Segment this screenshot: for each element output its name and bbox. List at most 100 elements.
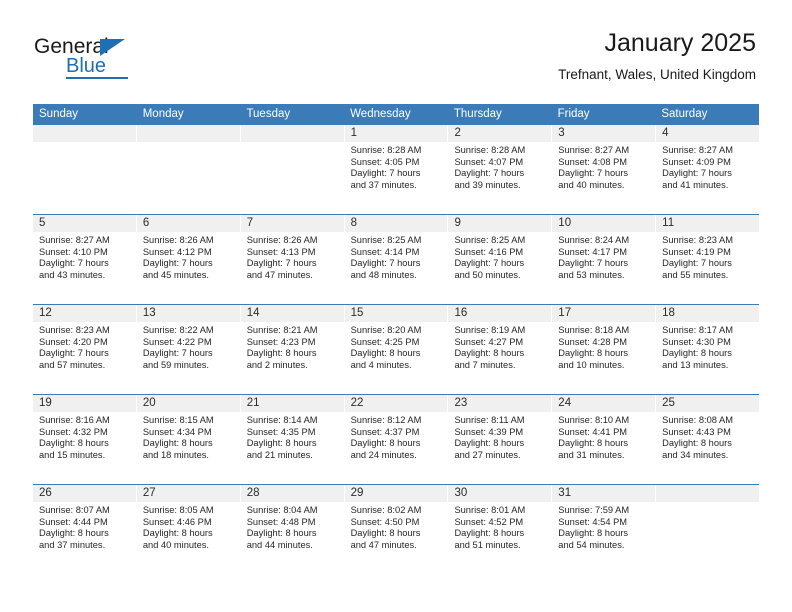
calendar-day-cell[interactable]: 13 Sunrise: 8:22 AM Sunset: 4:22 PM Dayligh… — [136, 305, 241, 394]
calendar-week-row: 12 Sunrise: 8:23 AM Sunset: 4:20 PM Dayligh… — [33, 304, 760, 394]
calendar-day-cell[interactable]: 7 Sunrise: 8:26 AM Sunset: 4:13 PM Daylight… — [240, 215, 345, 304]
daylight-text-line1: Daylight: 8 hours — [558, 528, 629, 539]
daylight-text-line1: Daylight: 7 hours — [142, 348, 213, 359]
calendar-day-cell[interactable]: 17 Sunrise: 8:18 AM Sunset: 4:28 PM Dayligh… — [552, 305, 657, 394]
calendar-day-cell[interactable]: 24 Sunrise: 8:10 AM Sunset: 4:41 PM Dayligh… — [552, 395, 657, 484]
day-number: 15 — [344, 305, 448, 322]
daylight-text-line1: Daylight: 7 hours — [246, 258, 317, 269]
sunrise-text: Sunrise: 8:04 AM — [246, 505, 318, 515]
daylight-text-line2: and 45 minutes. — [142, 269, 210, 280]
daylight-text-line1: Daylight: 7 hours — [454, 168, 525, 179]
sunrise-text: Sunrise: 8:02 AM — [350, 505, 422, 515]
sunset-text: Sunset: 4:28 PM — [558, 336, 628, 347]
sunrise-text: Sunrise: 8:28 AM — [454, 145, 526, 155]
sunrise-text: Sunrise: 8:27 AM — [558, 145, 630, 155]
sunset-text: Sunset: 4:05 PM — [350, 156, 420, 167]
daylight-text-line1: Daylight: 7 hours — [662, 258, 732, 269]
daylight-text-line2: and 40 minutes. — [558, 179, 625, 190]
day-number: 21 — [240, 395, 344, 412]
day-details: Sunrise: 8:22 AM Sunset: 4:22 PM Daylight:… — [137, 322, 240, 371]
day-number: 2 — [448, 125, 552, 142]
day-number: 31 — [552, 485, 656, 502]
calendar-day-cell[interactable]: 21 Sunrise: 8:14 AM Sunset: 4:35 PM Dayligh… — [240, 395, 345, 484]
daylight-text-line1: Daylight: 8 hours — [246, 528, 317, 539]
calendar-day-cell[interactable]: 9 Sunrise: 8:25 AM Sunset: 4:16 PM Daylight… — [448, 215, 553, 304]
calendar-day-cell[interactable]: 6 Sunrise: 8:26 AM Sunset: 4:12 PM Daylight… — [136, 215, 241, 304]
sunset-text: Sunset: 4:12 PM — [142, 246, 212, 257]
day-details: Sunrise: 8:19 AM Sunset: 4:27 PM Daylight:… — [448, 322, 551, 371]
daylight-text-line2: and 47 minutes. — [350, 539, 417, 550]
daylight-text-line2: and 18 minutes. — [142, 449, 210, 460]
sunset-text: Sunset: 4:14 PM — [350, 246, 420, 257]
day-details: Sunrise: 8:01 AM Sunset: 4:52 PM Daylight:… — [448, 502, 551, 551]
calendar-day-cell[interactable]: 16 Sunrise: 8:19 AM Sunset: 4:27 PM Dayligh… — [448, 305, 553, 394]
day-number: 4 — [656, 125, 760, 142]
calendar-day-cell[interactable]: 27 Sunrise: 8:05 AM Sunset: 4:46 PM Dayligh… — [136, 485, 241, 574]
day-details: Sunrise: 8:15 AM Sunset: 4:34 PM Daylight:… — [137, 412, 240, 461]
day-number: 1 — [344, 125, 448, 142]
logo-triangle-icon — [100, 39, 125, 56]
calendar-day-cell[interactable]: 5 Sunrise: 8:27 AM Sunset: 4:10 PM Daylight… — [33, 215, 137, 304]
calendar-day-cell[interactable]: 11 Sunrise: 8:23 AM Sunset: 4:19 PM Dayligh… — [656, 215, 760, 304]
day-number: 25 — [656, 395, 760, 412]
sunset-text: Sunset: 4:41 PM — [558, 426, 628, 437]
daylight-text-line1: Daylight: 8 hours — [662, 348, 732, 359]
sunset-text: Sunset: 4:46 PM — [142, 516, 212, 527]
daylight-text-line1: Daylight: 8 hours — [558, 438, 629, 449]
calendar-day-cell[interactable]: 15 Sunrise: 8:20 AM Sunset: 4:25 PM Dayligh… — [344, 305, 449, 394]
daylight-text-line2: and 53 minutes. — [558, 269, 625, 280]
calendar-day-cell[interactable]: 10 Sunrise: 8:24 AM Sunset: 4:17 PM Dayligh… — [552, 215, 657, 304]
day-number — [136, 125, 240, 142]
day-number: 11 — [656, 215, 760, 232]
daylight-text-line1: Daylight: 8 hours — [454, 348, 525, 359]
calendar-day-cell[interactable]: 3 Sunrise: 8:27 AM Sunset: 4:08 PM Daylight… — [552, 125, 657, 214]
sunset-text: Sunset: 4:09 PM — [662, 156, 731, 167]
daylight-text-line2: and 37 minutes. — [39, 539, 106, 550]
sunrise-text: Sunrise: 8:07 AM — [39, 505, 110, 515]
calendar-empty-cell — [33, 125, 137, 214]
calendar-day-cell[interactable]: 31 Sunrise: 7:59 AM Sunset: 4:54 PM Dayligh… — [552, 485, 657, 574]
calendar-week-row: 5 Sunrise: 8:27 AM Sunset: 4:10 PM Daylight… — [33, 214, 760, 304]
day-number: 29 — [344, 485, 448, 502]
daylight-text-line2: and 24 minutes. — [350, 449, 417, 460]
calendar-day-cell[interactable]: 18 Sunrise: 8:17 AM Sunset: 4:30 PM Dayligh… — [656, 305, 760, 394]
day-details: Sunrise: 8:14 AM Sunset: 4:35 PM Daylight:… — [241, 412, 344, 461]
calendar-day-cell[interactable]: 20 Sunrise: 8:15 AM Sunset: 4:34 PM Dayligh… — [136, 395, 241, 484]
daylight-text-line2: and 27 minutes. — [454, 449, 521, 460]
calendar-day-cell[interactable]: 26 Sunrise: 8:07 AM Sunset: 4:44 PM Dayligh… — [33, 485, 137, 574]
day-details: Sunrise: 8:23 AM Sunset: 4:20 PM Daylight:… — [33, 322, 136, 371]
calendar-day-cell[interactable]: 23 Sunrise: 8:11 AM Sunset: 4:39 PM Dayligh… — [448, 395, 553, 484]
calendar-empty-cell — [240, 125, 345, 214]
day-number: 28 — [240, 485, 344, 502]
day-number: 10 — [552, 215, 656, 232]
sunrise-text: Sunrise: 8:23 AM — [662, 235, 733, 245]
day-number: 24 — [552, 395, 656, 412]
day-details: Sunrise: 8:07 AM Sunset: 4:44 PM Daylight:… — [33, 502, 136, 551]
day-details: Sunrise: 8:12 AM Sunset: 4:37 PM Daylight:… — [345, 412, 448, 461]
calendar-day-cell[interactable]: 2 Sunrise: 8:28 AM Sunset: 4:07 PM Daylight… — [448, 125, 553, 214]
calendar-day-cell[interactable]: 19 Sunrise: 8:16 AM Sunset: 4:32 PM Dayligh… — [33, 395, 137, 484]
day-details: Sunrise: 8:16 AM Sunset: 4:32 PM Daylight:… — [33, 412, 136, 461]
weekday-header-thursday: Thursday — [453, 108, 502, 120]
sunset-text: Sunset: 4:22 PM — [142, 336, 212, 347]
sunrise-text: Sunrise: 8:27 AM — [39, 235, 110, 245]
calendar-day-cell[interactable]: 30 Sunrise: 8:01 AM Sunset: 4:52 PM Dayligh… — [448, 485, 553, 574]
calendar-day-cell[interactable]: 12 Sunrise: 8:23 AM Sunset: 4:20 PM Dayligh… — [33, 305, 137, 394]
calendar-day-cell[interactable]: 1 Sunrise: 8:28 AM Sunset: 4:05 PM Daylight… — [344, 125, 449, 214]
calendar-day-cell[interactable]: 14 Sunrise: 8:21 AM Sunset: 4:23 PM Dayligh… — [240, 305, 345, 394]
day-details: Sunrise: 8:24 AM Sunset: 4:17 PM Daylight:… — [552, 232, 655, 281]
sunrise-text: Sunrise: 8:19 AM — [454, 325, 526, 335]
calendar-day-cell[interactable]: 29 Sunrise: 8:02 AM Sunset: 4:50 PM Dayligh… — [344, 485, 449, 574]
weekday-header-row: Sunday Monday Tuesday Wednesday Thursday… — [33, 104, 759, 125]
sunset-text: Sunset: 4:20 PM — [39, 336, 108, 347]
calendar-day-cell[interactable]: 22 Sunrise: 8:12 AM Sunset: 4:37 PM Dayligh… — [344, 395, 449, 484]
daylight-text-line2: and 40 minutes. — [142, 539, 210, 550]
calendar-day-cell[interactable]: 28 Sunrise: 8:04 AM Sunset: 4:48 PM Dayligh… — [240, 485, 345, 574]
sunset-text: Sunset: 4:30 PM — [662, 336, 731, 347]
sunset-text: Sunset: 4:54 PM — [558, 516, 628, 527]
weekday-header-monday: Monday — [142, 108, 184, 120]
calendar-day-cell[interactable]: 4 Sunrise: 8:27 AM Sunset: 4:09 PM Daylight… — [656, 125, 760, 214]
calendar-day-cell[interactable]: 25 Sunrise: 8:08 AM Sunset: 4:43 PM Dayligh… — [656, 395, 760, 484]
calendar-day-cell[interactable]: 8 Sunrise: 8:25 AM Sunset: 4:14 PM Daylight… — [344, 215, 449, 304]
sunrise-text: Sunrise: 8:27 AM — [662, 145, 733, 155]
